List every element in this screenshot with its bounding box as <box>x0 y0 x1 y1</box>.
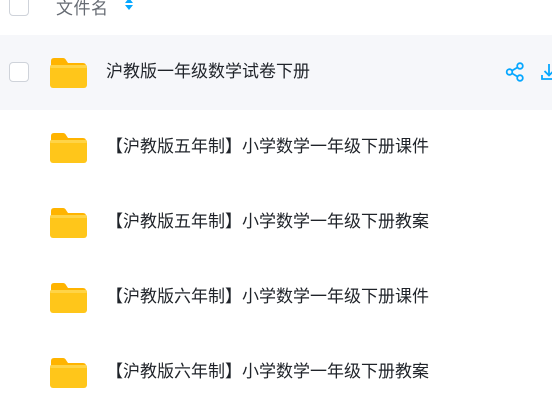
folder-icon <box>50 133 87 163</box>
file-name[interactable]: 【沪教版五年制】小学数学一年级下册课件 <box>106 136 429 158</box>
file-row[interactable]: 【沪教版六年制】小学数学一年级下册课件 <box>0 260 552 335</box>
share-button[interactable] <box>504 61 526 83</box>
row-actions <box>504 61 552 83</box>
file-name[interactable]: 【沪教版五年制】小学数学一年级下册教案 <box>106 211 429 233</box>
download-button[interactable] <box>538 61 552 83</box>
folder-icon <box>50 283 87 313</box>
select-all-checkbox[interactable] <box>9 0 29 16</box>
file-list-view: 文件名 沪教版一年级数学试卷下册 【沪教版五年制】小学数学一年级下册课件 【沪教… <box>0 0 552 416</box>
folder-icon <box>50 358 87 388</box>
row-checkbox[interactable] <box>9 62 29 82</box>
folder-icon <box>50 58 87 88</box>
file-list-header: 文件名 <box>0 0 552 19</box>
file-name[interactable]: 【沪教版六年制】小学数学一年级下册课件 <box>106 286 429 308</box>
file-row[interactable]: 沪教版一年级数学试卷下册 <box>0 35 552 110</box>
file-row[interactable]: 【沪教版五年制】小学数学一年级下册课件 <box>0 110 552 185</box>
sort-icon[interactable] <box>124 0 134 10</box>
folder-icon <box>50 208 87 238</box>
share-icon <box>505 62 524 82</box>
file-name[interactable]: 【沪教版六年制】小学数学一年级下册教案 <box>106 361 429 383</box>
file-name[interactable]: 沪教版一年级数学试卷下册 <box>106 61 310 83</box>
file-row[interactable]: 【沪教版六年制】小学数学一年级下册教案 <box>0 335 552 410</box>
file-row[interactable]: 【沪教版五年制】小学数学一年级下册教案 <box>0 185 552 260</box>
download-icon <box>541 64 552 80</box>
column-header-filename[interactable]: 文件名 <box>56 0 109 19</box>
